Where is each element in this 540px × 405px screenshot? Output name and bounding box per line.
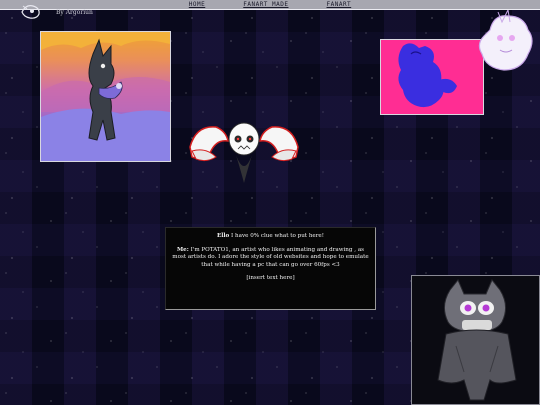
byline-text: By Argoriun	[56, 9, 93, 16]
site-logo-icon	[21, 5, 40, 19]
winged-skull-sticker	[189, 122, 299, 183]
me-label: Me:	[176, 246, 189, 253]
intro-label: Ello	[217, 233, 230, 239]
nav-fanart-link[interactable]: FANART	[327, 1, 352, 8]
placeholder-text: [insert text here]	[246, 275, 295, 282]
intro-paragraph: Ello I have 0% clue what to put here!	[172, 233, 369, 241]
intro-text: I have 0% clue what to put here!	[231, 233, 324, 239]
artwork-sunset-character	[40, 31, 171, 162]
nav-home-link[interactable]: HOME	[189, 1, 205, 8]
artwork-pink-silhouette	[380, 39, 484, 115]
sketch-creature-sticker	[478, 10, 533, 71]
artwork-masked-character	[411, 275, 540, 405]
me-text: I'm POTATO1, an artist who likes animati…	[172, 246, 369, 268]
about-text-box: Ello I have 0% clue what to put here! Me…	[165, 227, 376, 310]
about-me-paragraph: Me: I'm POTATO1, an artist who likes ani…	[172, 247, 369, 270]
nav-fanart-made-link[interactable]: FANART MADE	[243, 1, 288, 8]
